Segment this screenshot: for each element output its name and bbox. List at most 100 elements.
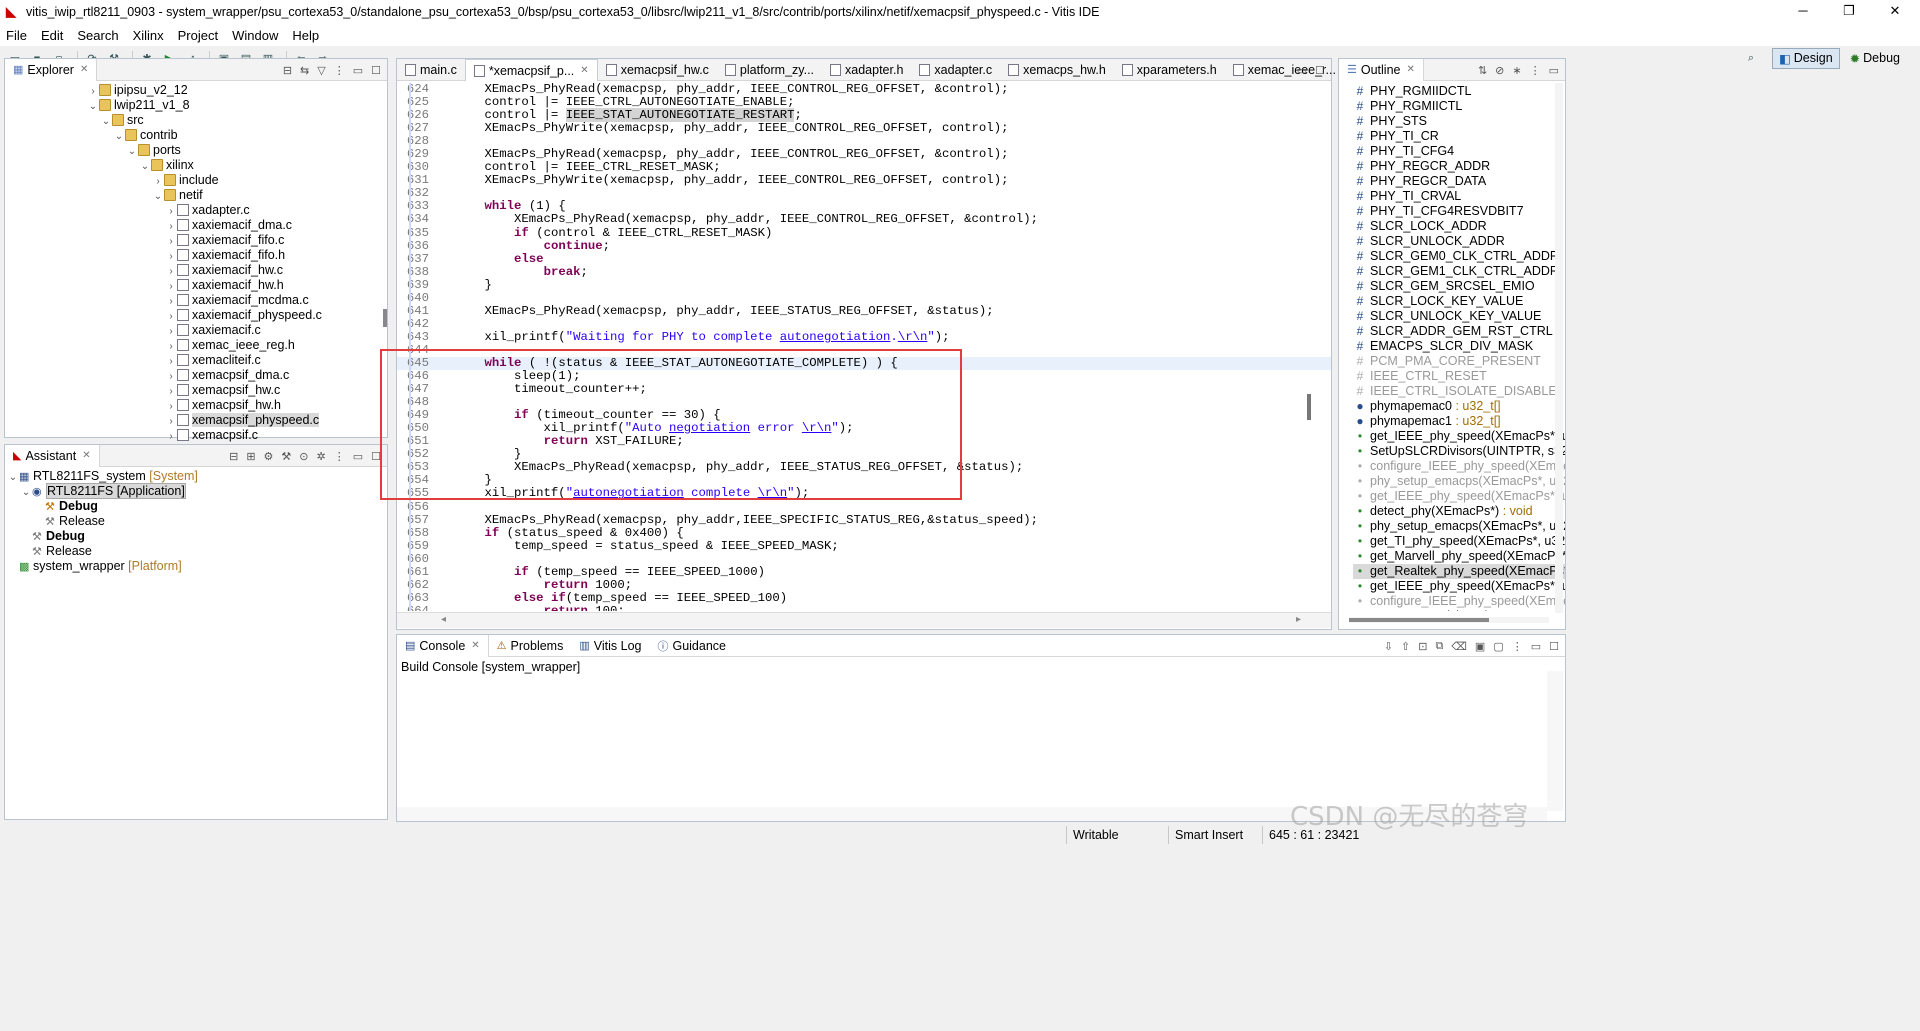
outline-item[interactable]: • get_IEEE_phy_speed(XEmacPs*, u32_t) <box>1353 429 1565 444</box>
outline-item[interactable]: • detect_phy(XEmacPs*) : void <box>1353 504 1565 519</box>
editor-tab[interactable]: xemac_ieee_r... <box>1225 59 1344 81</box>
chevron-down-icon[interactable]: ⌄ <box>7 470 19 485</box>
minimize-view-icon[interactable]: ▭ <box>1297 64 1307 77</box>
code-line[interactable]: 664 return 100; <box>397 604 1331 611</box>
outline-item[interactable]: • SetUpSLCRDivisors(UINTPTR, s32_t) : v <box>1353 444 1565 459</box>
chevron-right-icon[interactable]: › <box>165 354 177 369</box>
minimize-button[interactable]: ─ <box>1780 0 1826 24</box>
sort-icon[interactable]: ⇅ <box>1478 64 1487 77</box>
editor-tab[interactable]: xemacps_hw.h <box>1000 59 1114 81</box>
explorer-item[interactable]: › xaxiemacif_hw.h <box>5 278 387 293</box>
outline-item[interactable]: • phy_setup_emacps(XEmacPs*, u32_t) : <box>1353 519 1565 534</box>
minimize-view-icon[interactable]: ▭ <box>1549 64 1559 77</box>
display-console-icon[interactable]: ▢ <box>1493 640 1503 653</box>
view-menu-icon[interactable]: ⋮ <box>1512 640 1523 653</box>
chevron-down-icon[interactable]: ⌄ <box>139 159 151 174</box>
outline-item[interactable]: # SLCR_UNLOCK_KEY_VALUE <box>1353 309 1565 324</box>
outline-item[interactable]: •configure_IEEE_phy_speed(XEmacPs*, u <box>1353 594 1565 609</box>
explorer-item[interactable]: › xaxiemacif.c <box>5 323 387 338</box>
minimize-view-icon[interactable]: ▭ <box>353 450 363 463</box>
explorer-item[interactable]: ⌄ netif <box>5 188 387 203</box>
explorer-item[interactable]: › xemacpsif_physpeed.c <box>5 413 387 428</box>
assistant-item[interactable]: ⌄ ◉ RTL8211FS [Application] <box>5 483 387 500</box>
close-button[interactable]: ✕ <box>1872 0 1918 24</box>
editor-tab[interactable]: xadapter.h <box>822 59 911 81</box>
code-line[interactable]: 638 break; <box>397 265 1331 279</box>
outline-item[interactable]: # PHY_RGMIIDCTL <box>1353 84 1565 99</box>
code-area[interactable]: 624 XEmacPs_PhyRead(xemacpsp, phy_addr, … <box>397 83 1331 611</box>
chevron-down-icon[interactable]: ⌄ <box>126 144 138 159</box>
chevron-down-icon[interactable]: ⌄ <box>87 99 99 114</box>
outline-item[interactable]: # SLCR_GEM1_CLK_CTRL_ADDR <box>1353 264 1565 279</box>
editor-tab[interactable]: main.c <box>397 59 465 81</box>
debug-icon[interactable]: ✲ <box>317 450 326 463</box>
maximize-view-icon[interactable]: ☐ <box>1549 640 1559 653</box>
menu-window[interactable]: Window <box>232 28 278 43</box>
clear-console-icon[interactable]: ⌫ <box>1451 640 1467 653</box>
assistant-item[interactable]: ▩ system_wrapper [Platform] <box>5 559 387 574</box>
tab-vitis-log[interactable]: ▥ Vitis Log <box>571 635 649 657</box>
menu-edit[interactable]: Edit <box>41 28 63 43</box>
explorer-item[interactable]: › xaxiemacif_physpeed.c <box>5 308 387 323</box>
menu-project[interactable]: Project <box>178 28 218 43</box>
code-line[interactable]: 659 temp_speed = status_speed & IEEE_SPE… <box>397 539 1331 553</box>
outline-item[interactable]: # SLCR_ADDR_GEM_RST_CTRL <box>1353 324 1565 339</box>
outline-item[interactable]: # SLCR_GEM0_CLK_CTRL_ADDR <box>1353 249 1565 264</box>
search-icon[interactable]: ⌕ <box>1742 50 1760 66</box>
outline-hscrollbar[interactable] <box>1349 617 1549 623</box>
scroll-lock-icon[interactable]: ⇩ <box>1384 640 1393 653</box>
outline-item[interactable]: # SLCR_LOCK_ADDR <box>1353 219 1565 234</box>
build-icon[interactable]: ⚒ <box>281 450 291 463</box>
chevron-right-icon[interactable]: › <box>165 399 177 414</box>
outline-item[interactable]: ● phymapemac1 : u32_t[] <box>1353 414 1565 429</box>
editor-tab[interactable]: platform_zy... <box>717 59 822 81</box>
debug-perspective-button[interactable]: ✹ Debug <box>1844 49 1906 68</box>
explorer-item[interactable]: ⌄ lwip211_v1_8 <box>5 98 387 113</box>
menu-search[interactable]: Search <box>77 28 118 43</box>
menu-xilinx[interactable]: Xilinx <box>133 28 164 43</box>
explorer-item[interactable]: › xemacpsif_dma.c <box>5 368 387 383</box>
chevron-right-icon[interactable]: › <box>165 219 177 234</box>
maximize-view-icon[interactable]: ☐ <box>1315 64 1325 77</box>
editor-tab[interactable]: xemacpsif_hw.c <box>598 59 717 81</box>
tab-problems[interactable]: ⚠ Problems <box>489 635 572 657</box>
chevron-right-icon[interactable]: › <box>165 234 177 249</box>
console-vscrollbar[interactable] <box>1547 671 1563 811</box>
editor-tab[interactable]: xparameters.h <box>1114 59 1225 81</box>
explorer-item[interactable]: › xadapter.c <box>5 203 387 218</box>
assistant-item[interactable]: ⚒ Debug <box>5 499 387 514</box>
chevron-right-icon[interactable]: › <box>165 204 177 219</box>
chevron-right-icon[interactable]: › <box>165 369 177 384</box>
outline-item[interactable]: • get_IEEE_phy_speed(XEmacPs*, u32_t) <box>1353 489 1565 504</box>
chevron-down-icon[interactable]: ⌄ <box>20 485 32 500</box>
chevron-down-icon[interactable]: ⌄ <box>113 129 125 144</box>
explorer-item[interactable]: › xaxiemacif_fifo.c <box>5 233 387 248</box>
close-tab-icon[interactable]: ✕ <box>80 64 88 75</box>
assistant-item[interactable]: ⌄ ▦ RTL8211FS_system [System] <box>5 469 387 484</box>
close-tab-icon[interactable]: ✕ <box>580 65 588 76</box>
outline-item[interactable]: # SLCR_LOCK_KEY_VALUE <box>1353 294 1565 309</box>
outline-item[interactable]: # PHY_TI_CFG4RESVDBIT7 <box>1353 204 1565 219</box>
menu-help[interactable]: Help <box>292 28 319 43</box>
outline-item[interactable]: # IEEE_CTRL_ISOLATE_DISABLE <box>1353 384 1565 399</box>
hide-fields-icon[interactable]: ⊘ <box>1495 64 1504 77</box>
copy-icon[interactable]: ⧉ <box>1435 640 1443 653</box>
outline-item[interactable]: # PHY_TI_CR <box>1353 129 1565 144</box>
chevron-right-icon[interactable]: › <box>165 294 177 309</box>
assistant-item[interactable]: ⚒ Release <box>5 544 387 559</box>
outline-item[interactable]: # PCM_PMA_CORE_PRESENT <box>1353 354 1565 369</box>
hide-static-icon[interactable]: ∗ <box>1512 64 1521 77</box>
explorer-item[interactable]: › xaxiemacif_hw.c <box>5 263 387 278</box>
filter-icon[interactable]: ▽ <box>317 64 325 77</box>
tab-explorer[interactable]: ▦ Explorer ✕ <box>5 58 98 81</box>
view-menu-icon[interactable]: ⋮ <box>1530 64 1541 77</box>
chevron-right-icon[interactable]: › <box>165 249 177 264</box>
chevron-right-icon[interactable]: › <box>165 264 177 279</box>
run-icon[interactable]: ⊙ <box>299 450 308 463</box>
menu-file[interactable]: File <box>6 28 27 43</box>
open-console-icon[interactable]: ▣ <box>1475 640 1485 653</box>
outline-item[interactable]: # PHY_STS <box>1353 114 1565 129</box>
editor-tab[interactable]: xadapter.c <box>911 59 1000 81</box>
explorer-item[interactable]: › xaxiemacif_fifo.h <box>5 248 387 263</box>
explorer-scrollbar[interactable] <box>383 309 387 327</box>
